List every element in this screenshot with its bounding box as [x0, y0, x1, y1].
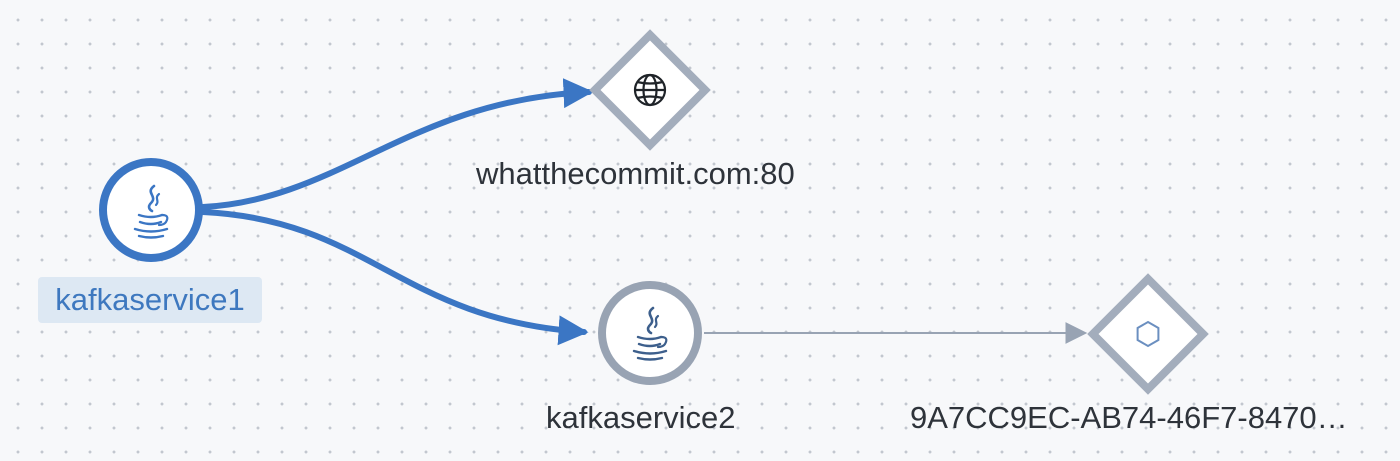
dependency-node-diamond: [1087, 273, 1209, 395]
node-label-kafkaservice1[interactable]: kafkaservice1: [38, 277, 262, 323]
service-map[interactable]: [0, 0, 1400, 461]
node-kafkaservice2[interactable]: [598, 281, 702, 385]
node-uuid[interactable]: [1087, 273, 1209, 395]
node-kafkaservice1[interactable]: [99, 158, 203, 262]
node-label-kafkaservice2[interactable]: kafkaservice2: [546, 398, 736, 438]
node-label-whatthecommit[interactable]: whatthecommit.com:80: [476, 154, 795, 194]
node-label-uuid[interactable]: 9A7CC9EC-AB74-46F7-8470…: [910, 398, 1348, 438]
node-whatthecommit[interactable]: [589, 29, 711, 151]
